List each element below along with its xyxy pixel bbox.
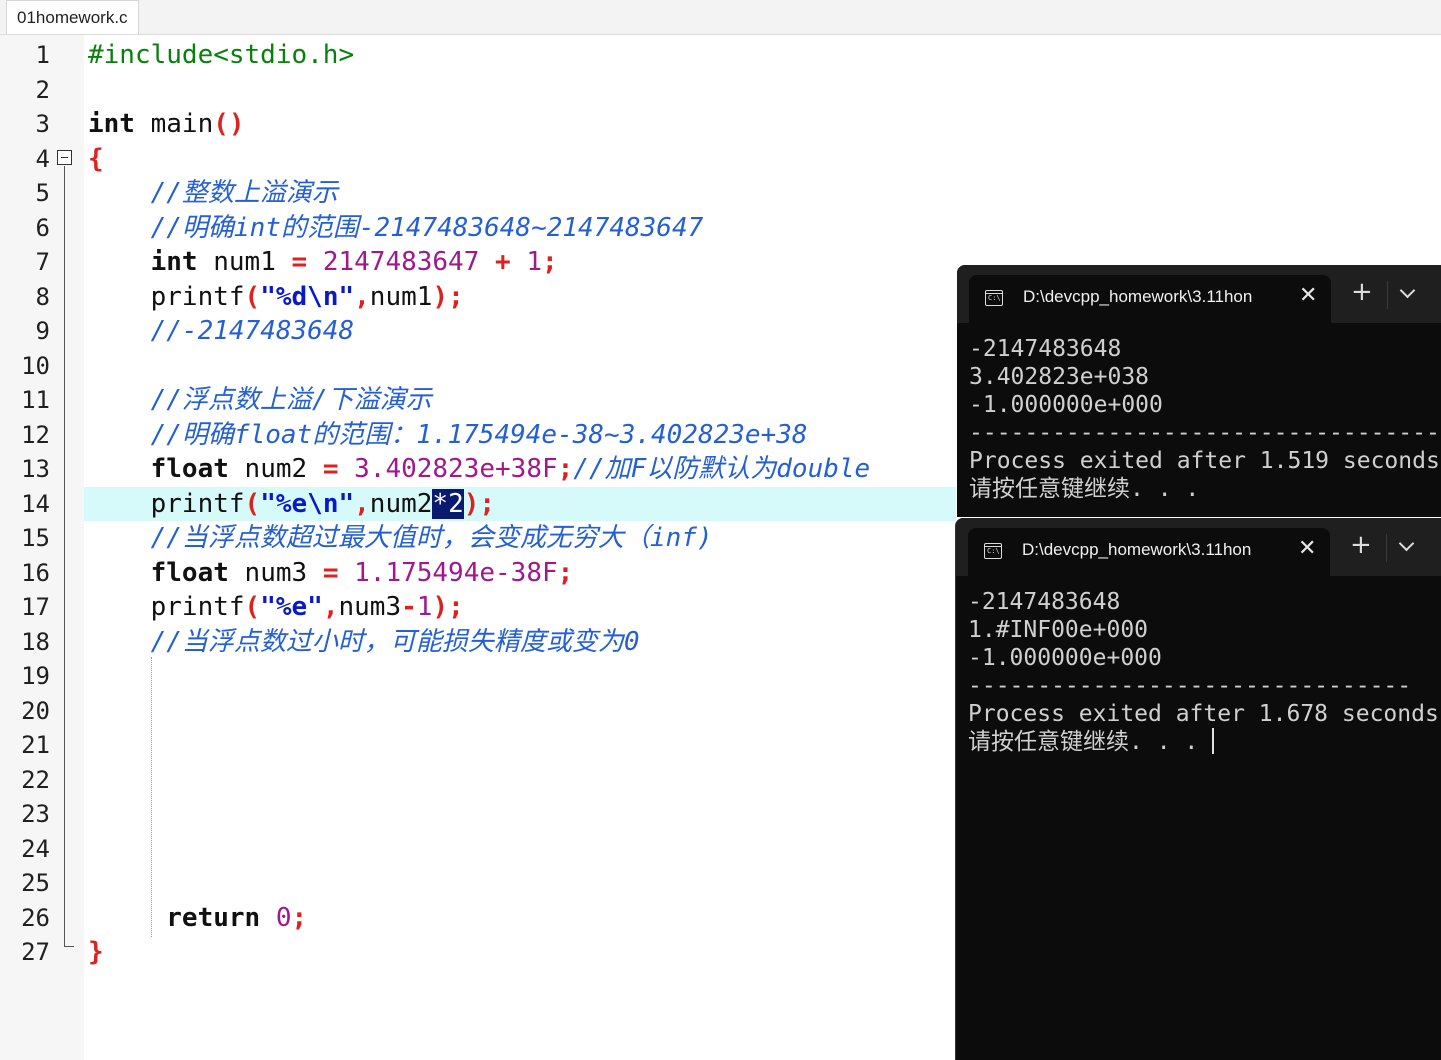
line-number: 4 [35, 144, 50, 173]
terminal-window-1[interactable]: C:\ D:\devcpp_homework\3.11hon ✕ + -2147… [957, 265, 1441, 517]
code-line-1: #include<stdio.h> [88, 40, 355, 70]
terminal-output-line: -1.000000e+000 [968, 645, 1162, 671]
terminal-title: D:\devcpp_homework\3.11hon [1022, 540, 1252, 559]
line-number: 19 [21, 662, 50, 690]
terminal-output-line: ---------------------------------- [969, 420, 1440, 446]
terminal-output-line: 请按任意键继续. . . [968, 728, 1215, 756]
code-line-3: int main() [88, 109, 245, 139]
chevron-down-icon[interactable] [1399, 282, 1416, 299]
terminal-output-line: 3.402823e+038 [969, 364, 1150, 390]
terminal-title: D:\devcpp_homework\3.11hon [1023, 287, 1253, 306]
line-number: 17 [21, 593, 50, 621]
divider [1387, 281, 1388, 309]
code-line-26: return 0; [166, 902, 308, 933]
line-number: 13 [21, 455, 50, 483]
new-tab-plus-icon[interactable]: + [1350, 532, 1372, 558]
line-number: 5 [35, 179, 50, 207]
terminal-output-line: -2147483648 [968, 589, 1121, 615]
line-number: 26 [21, 903, 50, 932]
terminal-output-line: -------------------------------- [968, 673, 1412, 699]
code-line-6: //明确int的范围-2147483648~2147483647 [150, 212, 704, 243]
terminal-output-line: -1.000000e+000 [969, 392, 1163, 418]
code-line-15: //当浮点数超过最大值时，会变成无穷大（inf) [150, 523, 713, 553]
divider [1386, 534, 1387, 562]
fold-end [64, 946, 74, 947]
chevron-down-icon[interactable] [1398, 535, 1415, 552]
line-number: 2 [35, 75, 50, 104]
line-number: 16 [21, 558, 50, 587]
cmd-icon: C:\ [984, 543, 1002, 559]
code-line-27: } [88, 937, 104, 967]
line-number: 6 [35, 213, 50, 242]
terminal-output-line: Process exited after 1.519 seconds [969, 448, 1440, 474]
line-number: 22 [21, 765, 50, 794]
cmd-icon: C:\ [985, 290, 1003, 306]
editor-tab-bar: 01homework.c [0, 0, 1441, 35]
terminal-tab-bar: C:\ D:\devcpp_homework\3.11hon ✕ + [957, 265, 1441, 323]
line-number: 23 [21, 800, 50, 828]
code-line-16: float num3 = 1.175494e-38F; [150, 557, 574, 588]
line-number: 12 [21, 420, 50, 449]
code-line-18: //当浮点数过小时，可能损失精度或变为0 [150, 626, 640, 657]
line-number: 14 [21, 489, 50, 518]
line-number: 24 [21, 834, 50, 863]
code-line-8: printf("%d\n",num1); [150, 281, 464, 312]
terminal-window-2[interactable]: C:\ D:\devcpp_homework\3.11hon ✕ + -2147… [955, 518, 1441, 1060]
text-selection: *2 [432, 488, 464, 519]
code-line-7: int num1 = 2147483647 + 1; [150, 247, 558, 277]
terminal-output-line: 请按任意键继续. . . [969, 476, 1200, 502]
code-line-12: //明确float的范围：1.175494e-38~3.402823e+38 [150, 419, 808, 450]
code-line-9: //-2147483648 [150, 316, 355, 346]
line-number: 1 [35, 41, 50, 69]
line-number: 18 [21, 627, 50, 656]
terminal-output-line: -2147483648 [969, 336, 1122, 362]
line-number: 20 [21, 696, 50, 725]
line-number: 8 [35, 282, 50, 311]
line-number: 7 [35, 248, 50, 276]
line-number: 15 [21, 524, 50, 552]
terminal-output-line: 1.#INF00e+000 [968, 617, 1149, 643]
line-number: 3 [35, 110, 50, 138]
code-line-4: { [88, 143, 104, 174]
terminal-tab-bar: C:\ D:\devcpp_homework\3.11hon ✕ + [956, 518, 1441, 576]
line-number: 27 [21, 938, 50, 966]
terminal-output-line: Process exited after 1.678 seconds [968, 701, 1439, 727]
line-number: 11 [21, 386, 50, 414]
close-icon[interactable]: ✕ [1298, 536, 1316, 561]
terminal-tab[interactable]: C:\ D:\devcpp_homework\3.11hon ✕ [969, 275, 1331, 323]
code-line-14: printf("%e\n",num2*2); [150, 488, 496, 519]
line-number: 25 [21, 869, 50, 897]
code-line-5: //整数上溢演示 [150, 178, 338, 208]
line-number-gutter: 1 2 3 4 5 6 7 8 9 10 11 12 13 14 15 16 1… [0, 35, 84, 1060]
new-tab-plus-icon[interactable]: + [1351, 279, 1373, 305]
terminal-tab[interactable]: C:\ D:\devcpp_homework\3.11hon ✕ [968, 528, 1330, 576]
line-number: 9 [35, 317, 50, 345]
line-number: 10 [21, 351, 50, 380]
text-cursor [1212, 728, 1215, 754]
close-icon[interactable]: ✕ [1299, 283, 1317, 308]
indent-guide [151, 657, 152, 937]
code-line-13: float num2 = 3.402823e+38F;//加F以防默认为doub… [150, 454, 871, 484]
tab-01homework-c[interactable]: 01homework.c [6, 0, 139, 34]
fold-line [64, 166, 65, 946]
code-line-17: printf("%e",num3-1); [150, 592, 464, 622]
line-number: 21 [21, 731, 50, 759]
fold-toggle-icon[interactable] [57, 150, 72, 165]
code-line-11: //浮点数上溢/下溢演示 [150, 385, 432, 415]
